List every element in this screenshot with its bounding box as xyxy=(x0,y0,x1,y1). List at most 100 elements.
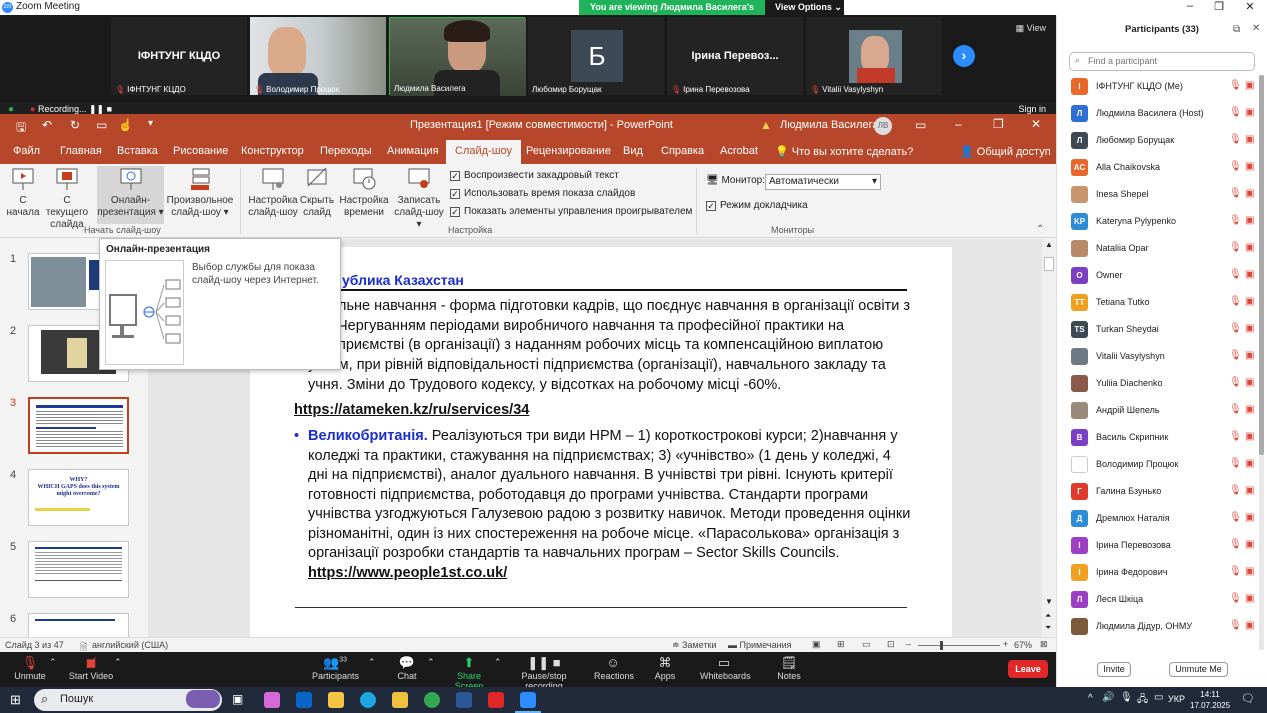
from-beginning-button[interactable]: Сначала xyxy=(4,166,42,219)
participant-row[interactable]: В Василь Скрипник 🎙 ▣ xyxy=(1071,428,1254,448)
pause-stop-recording-button[interactable]: ❚❚ ■ Pause/stop recording xyxy=(505,655,583,691)
chevron-up-icon[interactable]: ⌃ xyxy=(494,657,502,668)
customize-qat-icon[interactable]: ▾ xyxy=(148,118,153,129)
use-timings-checkbox[interactable]: ✓ Использовать время показа слайдов xyxy=(450,188,635,199)
participant-row[interactable]: Володимир Процюк 🎙 ▣ xyxy=(1071,455,1254,475)
view-options-button[interactable]: View Options ⌄ xyxy=(765,0,844,15)
whiteboards-button[interactable]: ▭ Whiteboards xyxy=(700,655,751,681)
prev-slide-icon[interactable]: ⏶ xyxy=(1045,611,1051,621)
participant-row[interactable]: Л Леся Шкіца 🎙 ▣ xyxy=(1071,590,1254,610)
task-view-icon[interactable]: ▣ xyxy=(232,692,243,706)
setup-slideshow-button[interactable]: Настройка слайд-шоу xyxy=(248,166,298,219)
slide-thumbnail[interactable] xyxy=(28,541,129,598)
start-slideshow-icon[interactable]: ▭ xyxy=(96,118,107,132)
scroll-down-icon[interactable]: ▼ xyxy=(1045,597,1053,606)
presenter-view-checkbox[interactable]: ✓ Режим докладчика xyxy=(706,200,808,211)
present-online-button[interactable]: Онлайн-презентация ▾ xyxy=(97,166,164,224)
slide-thumbnail[interactable]: WHY? WHICH GAPS does this system might ove… xyxy=(28,469,129,526)
battery-icon[interactable]: ▭ xyxy=(1154,692,1163,703)
chevron-up-icon[interactable]: ⌃ xyxy=(427,657,435,668)
minimize-icon[interactable]: – xyxy=(955,117,962,131)
unmute-me-button[interactable]: Unmute Me xyxy=(1169,662,1228,677)
current-slide[interactable]: ублика Казахстан льне навчання - форма п… xyxy=(250,247,952,641)
tab-draw[interactable]: Рисование xyxy=(173,145,228,157)
participant-row[interactable]: Андрій Шепель 🎙 ▣ xyxy=(1071,401,1254,421)
reactions-button[interactable]: ☺ Reactions xyxy=(594,655,634,681)
zoom-slider-thumb[interactable] xyxy=(940,641,943,650)
file-explorer-icon[interactable] xyxy=(392,692,408,708)
record-slideshow-button[interactable]: Записать слайд-шоу ▾ xyxy=(392,166,446,231)
participant-row[interactable]: Vitalii Vasylyshyn 🎙 ▣ xyxy=(1071,347,1254,367)
outlook-icon[interactable] xyxy=(296,692,312,708)
participant-row[interactable]: Л Людмила Василега (Host) 🎙 ▣ xyxy=(1071,104,1254,124)
chrome-icon[interactable] xyxy=(424,692,440,708)
tab-acrobat[interactable]: Acrobat xyxy=(720,145,758,157)
slide-thumbnail-selected[interactable] xyxy=(28,397,129,454)
participant-row[interactable]: Yuliia Diachenko 🎙 ▣ xyxy=(1071,374,1254,394)
next-page-button[interactable]: › xyxy=(953,45,975,67)
play-narrations-checkbox[interactable]: ✓ Воспроизвести закадровый текст xyxy=(450,170,619,181)
close-icon[interactable]: ✕ xyxy=(1031,117,1041,131)
share-screen-button[interactable]: ⬆ Share Screen xyxy=(443,655,495,691)
normal-view-icon[interactable]: ▣ xyxy=(812,639,821,650)
fit-slide-icon[interactable]: ⊠ xyxy=(1040,639,1048,650)
participant-row[interactable]: TS Turkan Sheydai 🎙 ▣ xyxy=(1071,320,1254,340)
restore-icon[interactable]: ❐ xyxy=(1209,0,1229,13)
participant-row[interactable]: Д Дремлюх Наталія 🎙 ▣ xyxy=(1071,509,1254,529)
zoom-in-icon[interactable]: + xyxy=(1003,639,1008,649)
participant-row[interactable]: Nataliia Opar 🎙 ▣ xyxy=(1071,239,1254,259)
scroll-up-icon[interactable]: ▲ xyxy=(1045,240,1053,249)
notes-button[interactable]: 🗒 Notes xyxy=(775,655,803,681)
windows-start-icon[interactable]: ⊞ xyxy=(10,692,21,708)
taskbar-search[interactable]: ⌕ Пошук xyxy=(34,689,222,711)
show-media-controls-checkbox[interactable]: ✓ Показать элементы управления проигрыват… xyxy=(450,206,692,217)
participant-row[interactable]: Г Галина Бзунько 🎙 ▣ xyxy=(1071,482,1254,502)
stop-icon[interactable]: ■ xyxy=(107,104,112,114)
start-video-button[interactable]: ◼̸ Start Video xyxy=(68,655,114,681)
tab-insert[interactable]: Вставка xyxy=(117,145,158,157)
comments-button[interactable]: ▬ Примечания xyxy=(728,640,791,650)
rehearse-timings-button[interactable]: Настройка времени xyxy=(338,166,390,219)
video-tile[interactable]: 🎙 Vitalii Vasylyshyn xyxy=(806,17,942,95)
tab-help[interactable]: Справка xyxy=(661,145,704,157)
redo-icon[interactable]: ↻ xyxy=(70,118,80,132)
store-icon[interactable] xyxy=(328,692,344,708)
pause-icon[interactable]: ❚❚ xyxy=(89,104,104,114)
word-icon[interactable] xyxy=(456,692,472,708)
edge-icon[interactable] xyxy=(360,692,376,708)
tab-design[interactable]: Конструктор xyxy=(241,145,304,157)
video-tile[interactable]: ІФНТУНГ КЦДО 🎙 ІФНТУНГ КЦДО xyxy=(111,17,247,95)
tab-home[interactable]: Главная xyxy=(60,145,102,157)
language-indicator[interactable]: английский (США) xyxy=(92,640,168,650)
notifications-icon[interactable]: 🗨 xyxy=(1241,692,1255,705)
zoom-slider[interactable] xyxy=(918,645,1000,646)
mic-icon[interactable]: 🎙 xyxy=(1120,692,1133,703)
video-tile-active-speaker[interactable]: Людмила Василега xyxy=(389,17,526,96)
participant-row[interactable]: І Ірина Перевозова 🎙 ▣ xyxy=(1071,536,1254,556)
next-slide-icon[interactable]: ⏷ xyxy=(1045,623,1051,633)
participant-row[interactable]: І ІФНТУНГ КЦДО (Me) 🎙 ▣ xyxy=(1071,77,1254,97)
participant-row[interactable]: Людмила Дідур, ОНМУ 🎙 ▣ xyxy=(1071,617,1254,637)
share-button[interactable]: 👤 Общий доступ xyxy=(960,145,1051,158)
participant-row[interactable]: І Ірина Федорович 🎙 ▣ xyxy=(1071,563,1254,583)
leave-button[interactable]: Leave xyxy=(1008,660,1048,678)
volume-icon[interactable]: 🔊 xyxy=(1102,692,1114,703)
sign-in-link[interactable]: Sign in xyxy=(1018,104,1046,114)
ribbon-display-icon[interactable]: ▭ xyxy=(915,118,926,132)
zoom-level[interactable]: 67% xyxy=(1014,640,1032,650)
participants-scrollbar[interactable] xyxy=(1259,75,1264,650)
zoom-out-icon[interactable]: – xyxy=(906,639,911,649)
participant-row[interactable]: Л Любомир Борущак 🎙 ▣ xyxy=(1071,131,1254,151)
undo-icon[interactable]: ↶ xyxy=(42,118,52,132)
close-panel-icon[interactable]: ✕ xyxy=(1252,23,1260,34)
vertical-scrollbar[interactable]: ▲ ▼ ⏶ ⏷ xyxy=(1042,239,1056,637)
video-tile[interactable]: 🎙 Володимир Процюк xyxy=(250,17,386,95)
minimize-icon[interactable]: – xyxy=(1180,0,1200,12)
user-avatar[interactable]: ЛВ xyxy=(874,117,892,135)
slide-sorter-icon[interactable]: ⊞ xyxy=(837,639,845,650)
tell-me-search[interactable]: 💡 Что вы хотите сделать? xyxy=(775,145,913,158)
view-button[interactable]: ▦ View xyxy=(1016,23,1046,34)
video-tile[interactable]: Б Любомир Борущак xyxy=(528,17,664,95)
tab-view[interactable]: Вид xyxy=(623,145,643,157)
popout-icon[interactable]: ⧉ xyxy=(1233,24,1240,35)
